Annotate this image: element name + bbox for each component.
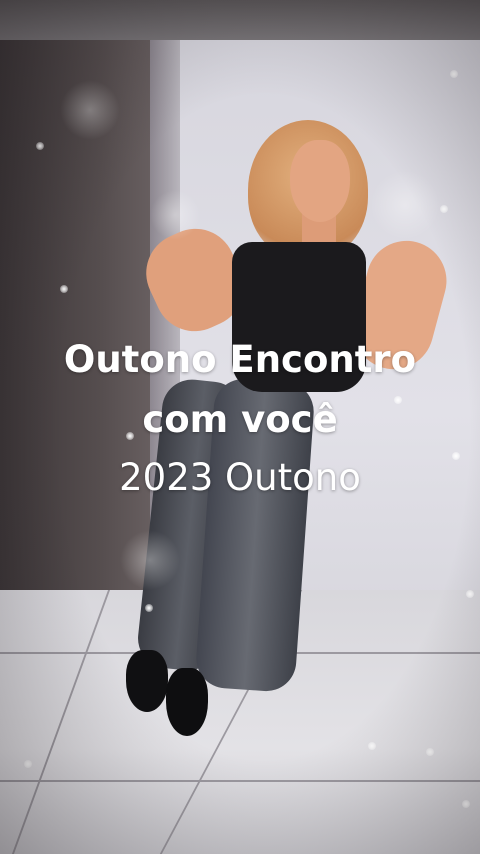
caption-line-1: Outono Encontro (63, 338, 417, 381)
bokeh-light (60, 80, 120, 140)
bokeh-light (370, 170, 440, 240)
sparkle (60, 285, 68, 293)
sparkle (440, 205, 448, 213)
caption-line-2: com você (142, 398, 338, 441)
black-heel-left (126, 650, 168, 712)
sparkle (36, 142, 44, 150)
sparkle (450, 70, 458, 78)
sparkle (145, 604, 153, 612)
sparkle (368, 742, 376, 750)
caption-line-3: 2023 Outono (119, 456, 361, 499)
bokeh-light (150, 190, 200, 240)
bokeh-light (120, 530, 180, 590)
photo-scene: Outono Encontro com você 2023 Outono (0, 0, 480, 854)
sparkle (462, 800, 470, 808)
sparkle (426, 748, 434, 756)
sparkle (24, 760, 32, 768)
sparkle (466, 590, 474, 598)
black-heel-right (166, 668, 208, 736)
face (290, 140, 350, 222)
